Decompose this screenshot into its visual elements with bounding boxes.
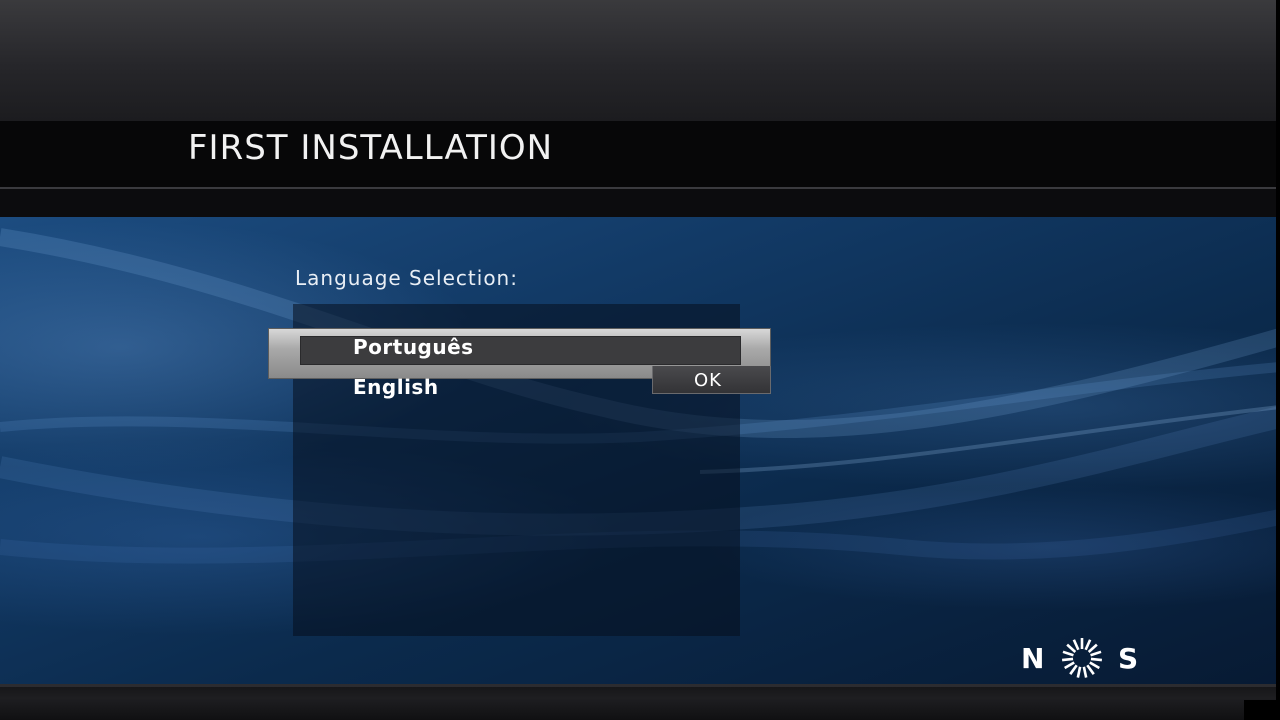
header-strip: [0, 189, 1280, 217]
right-edge: [1276, 0, 1280, 720]
language-option-english[interactable]: English: [353, 375, 439, 399]
first-installation-screen: FIRST INSTALLATION Language Selection: O…: [0, 0, 1280, 720]
page-title: FIRST INSTALLATION: [188, 128, 554, 168]
bottom-divider: [0, 684, 1276, 687]
nos-logo-sunburst-icon: [1061, 638, 1103, 678]
bottom-notch: [1244, 700, 1280, 720]
bottom-bar: [0, 684, 1276, 720]
language-option-portugues[interactable]: Português: [353, 335, 474, 359]
language-selection-label: Language Selection:: [295, 266, 518, 290]
svg-text:N: N: [1021, 642, 1044, 675]
ok-button-label: OK: [694, 370, 722, 391]
nos-logo: N S: [1021, 638, 1138, 678]
svg-text:S: S: [1118, 642, 1138, 675]
top-bar: [0, 0, 1276, 121]
